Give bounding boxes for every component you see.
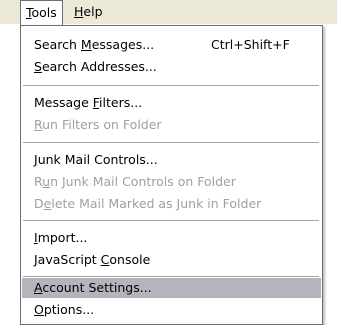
shortcut-label: Ctrl+Shift+F	[211, 37, 290, 52]
label: mport...	[37, 230, 88, 245]
menu-item-options[interactable]: Options...	[22, 300, 321, 320]
label: lete Mail Marked as Junk in Folder	[51, 196, 262, 211]
menu-item-run-junk-mail-controls: Run Junk Mail Controls on Folder	[22, 172, 321, 192]
menu-item-run-filters-on-folder: Run Filters on Folder	[22, 115, 321, 135]
label: ilters...	[99, 95, 143, 110]
accesskey: u	[42, 174, 51, 189]
label: ccount Settings...	[42, 280, 152, 295]
label: onsole	[109, 252, 151, 267]
label: un Filters on Folder	[42, 117, 162, 132]
menu-separator	[23, 276, 319, 277]
menu-item-message-filters[interactable]: Message Filters...	[22, 93, 321, 113]
menu-help-accesskey: H	[74, 4, 84, 19]
label: earch Addresses...	[41, 59, 157, 74]
label: n Junk Mail Controls on Folder	[50, 174, 236, 189]
menu-item-javascript-console[interactable]: JavaScript Console	[22, 250, 321, 270]
label-pre: Search	[34, 37, 81, 52]
label-pre: JavaScript	[34, 252, 101, 267]
accesskey: O	[34, 302, 44, 317]
label: ptions...	[43, 302, 95, 317]
menu-tools-label: ools	[31, 5, 57, 20]
label-pre: Message	[34, 95, 93, 110]
menu-separator	[23, 85, 319, 86]
menu-item-search-messages[interactable]: Search Messages... Ctrl+Shift+F	[22, 35, 321, 55]
accesskey: S	[34, 59, 42, 74]
tools-dropdown-menu: Search Messages... Ctrl+Shift+F Search Ad…	[20, 25, 323, 325]
menu-help-label: elp	[83, 4, 103, 19]
label: unk Mail Controls...	[37, 152, 158, 167]
menu-help[interactable]: Help	[68, 0, 109, 24]
menu-tools[interactable]: Tools	[20, 0, 63, 26]
accesskey: R	[34, 117, 43, 132]
menu-item-junk-mail-controls[interactable]: Junk Mail Controls...	[22, 150, 321, 170]
label-pre: D	[34, 196, 44, 211]
menu-bar: Tools Help	[0, 0, 337, 26]
menu-item-account-settings[interactable]: Account Settings...	[22, 278, 321, 298]
menu-item-delete-junk-mail: Delete Mail Marked as Junk in Folder	[22, 194, 321, 214]
menu-item-import[interactable]: Import...	[22, 228, 321, 248]
menu-separator	[23, 220, 319, 221]
menu-item-search-addresses[interactable]: Search Addresses...	[22, 57, 321, 77]
label: essages...	[91, 37, 155, 52]
label-pre: R	[34, 174, 43, 189]
menu-separator	[23, 142, 319, 143]
accesskey: M	[80, 37, 92, 52]
